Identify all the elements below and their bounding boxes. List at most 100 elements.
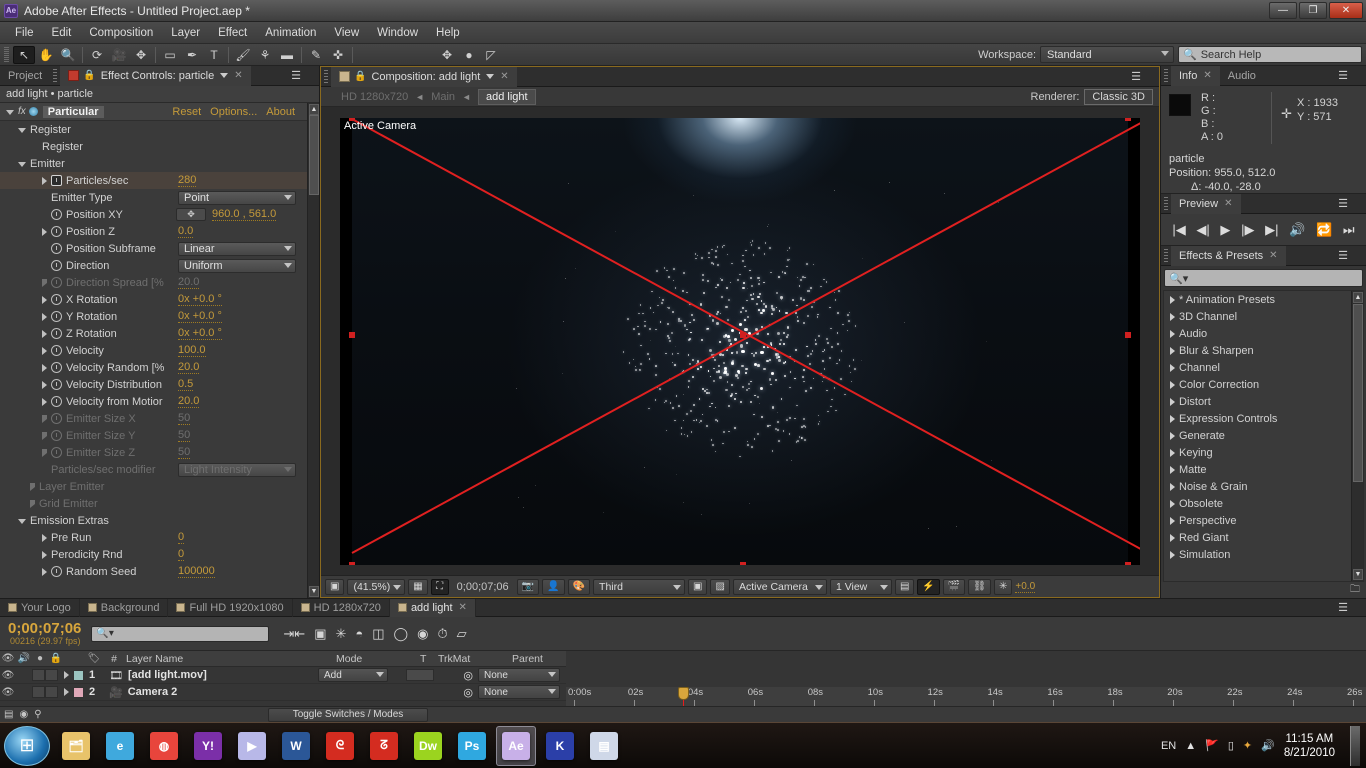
chevron-right-icon[interactable] bbox=[1170, 380, 1175, 389]
layer-parent-select[interactable]: None bbox=[478, 685, 560, 699]
audio-icon[interactable]: 🔊 bbox=[16, 653, 32, 664]
taskbar-item-folder-window[interactable]: ▤ bbox=[584, 726, 624, 766]
view-layout-select[interactable]: 1 View bbox=[829, 578, 892, 595]
effect-param-row[interactable]: Pre Run 0 bbox=[0, 529, 319, 546]
table-row[interactable]: 👁 2 🎥 Camera 2 ◎ None bbox=[0, 684, 566, 701]
scroll-up-icon[interactable]: ▲ bbox=[1353, 292, 1363, 303]
exposure-value[interactable]: +0.0 bbox=[1015, 581, 1036, 593]
chevron-right-icon[interactable] bbox=[42, 380, 47, 389]
position-picker-icon[interactable]: ✥ bbox=[176, 208, 206, 221]
effect-param-row[interactable]: Velocity Distribution 0.5 bbox=[0, 376, 319, 393]
show-desktop-button[interactable] bbox=[1350, 725, 1360, 766]
effect-param-value[interactable]: 50 bbox=[178, 412, 191, 425]
breadcrumb-comp-size[interactable]: HD 1280x720 bbox=[341, 91, 408, 103]
effect-param-value[interactable]: 50 bbox=[178, 446, 191, 459]
camera-handle-bottom[interactable] bbox=[740, 561, 746, 565]
layer-name[interactable]: [add light.mov] bbox=[128, 669, 318, 681]
effects-category-item[interactable]: Expression Controls bbox=[1164, 410, 1363, 427]
layer-label-color[interactable] bbox=[73, 669, 84, 681]
effect-param-row[interactable]: Direction Spread [% 20.0 bbox=[0, 274, 319, 291]
effect-param-value[interactable]: 20.0 bbox=[178, 395, 200, 408]
stopwatch-icon[interactable] bbox=[51, 566, 62, 577]
chevron-right-icon[interactable] bbox=[42, 176, 47, 185]
camera-handle-br[interactable] bbox=[1125, 561, 1131, 565]
stopwatch-icon[interactable] bbox=[51, 328, 62, 339]
comp-flowchart-icon[interactable]: ⛓ bbox=[968, 578, 991, 595]
effect-param-row[interactable]: Position Z 0.0 bbox=[0, 223, 319, 240]
tab-preview[interactable]: Preview ✕ bbox=[1171, 193, 1241, 214]
scroll-up-icon[interactable]: ▲ bbox=[309, 104, 319, 115]
panel-menu-icon[interactable]: ☰ bbox=[1338, 197, 1348, 210]
menu-item-animation[interactable]: Animation bbox=[256, 24, 325, 42]
taskbar-item-explorer[interactable]: 🗂 bbox=[56, 726, 96, 766]
eye-icon[interactable]: 👁 bbox=[0, 653, 16, 664]
taskbar-item-internet-explorer[interactable]: e bbox=[100, 726, 140, 766]
motion-blur-icon[interactable]: ⚲ bbox=[34, 709, 41, 720]
first-frame-icon[interactable]: |◀ bbox=[1172, 222, 1185, 238]
effects-category-item[interactable]: * Animation Presets bbox=[1164, 291, 1363, 308]
close-icon[interactable]: ✕ bbox=[1224, 198, 1232, 209]
chevron-down-icon[interactable] bbox=[6, 110, 14, 115]
effect-param-row[interactable]: Emitter Size Y 50 bbox=[0, 427, 319, 444]
timeline-search-input[interactable]: 🔍▾ bbox=[91, 625, 270, 642]
label-icon[interactable]: 🏷 bbox=[86, 653, 102, 664]
lock-toggle[interactable] bbox=[45, 669, 58, 681]
cti-head[interactable] bbox=[678, 687, 689, 700]
effect-param-row[interactable]: Layer Emitter bbox=[0, 478, 319, 495]
stopwatch-icon[interactable] bbox=[51, 294, 62, 305]
toolbar-grip[interactable] bbox=[4, 46, 9, 63]
update-icon[interactable]: ✦ bbox=[1243, 739, 1252, 752]
network-icon[interactable]: 🚩 bbox=[1205, 739, 1219, 752]
chevron-right-icon[interactable] bbox=[1170, 448, 1175, 457]
taskbar-item-acrobat-2[interactable]: ᘔ bbox=[364, 726, 404, 766]
comp-family-icon[interactable]: ▱ bbox=[457, 626, 467, 642]
camera-handle-tr[interactable] bbox=[1125, 117, 1131, 121]
stopwatch-icon[interactable] bbox=[51, 379, 62, 390]
close-button[interactable]: ✕ bbox=[1329, 2, 1363, 19]
volume-icon[interactable]: 🔊 bbox=[1261, 739, 1275, 752]
comp-timecode[interactable]: 0;00;07;06 bbox=[452, 581, 514, 593]
loop-icon[interactable]: 🔁 bbox=[1316, 222, 1332, 238]
breadcrumb-active-comp[interactable]: add light bbox=[477, 88, 536, 105]
live-update-icon[interactable]: ⇥⇤ bbox=[283, 626, 305, 642]
effect-param-row[interactable]: Position Subframe Linear bbox=[0, 240, 319, 257]
scrollbar-thumb[interactable] bbox=[309, 115, 319, 195]
motion-blur-icon[interactable]: ◫ bbox=[372, 626, 384, 642]
stopwatch-icon[interactable] bbox=[51, 345, 62, 356]
menu-item-file[interactable]: File bbox=[6, 24, 43, 42]
panel-grip[interactable] bbox=[324, 70, 328, 83]
effect-param-row[interactable]: Direction Uniform bbox=[0, 257, 319, 274]
sphere-icon[interactable]: ● bbox=[458, 46, 480, 64]
chevron-right-icon[interactable] bbox=[1170, 312, 1175, 321]
effect-param-value[interactable]: 0.5 bbox=[178, 378, 194, 391]
frame-blending-icon[interactable]: ◓ bbox=[355, 626, 363, 641]
tab-effects-presets[interactable]: Effects & Presets ✕ bbox=[1171, 245, 1286, 266]
channel-icon[interactable]: 🎨 bbox=[567, 578, 591, 595]
effect-param-row[interactable]: Grid Emitter bbox=[0, 495, 319, 512]
tab-audio[interactable]: Audio bbox=[1220, 66, 1264, 86]
timeline-tab[interactable]: add light ✕ bbox=[389, 598, 476, 617]
table-row[interactable]: 👁 1 🎞 [add light.mov] Add ◎ None bbox=[0, 667, 566, 684]
region-interest-toggle[interactable]: ▣ bbox=[688, 578, 708, 595]
chevron-right-icon[interactable] bbox=[42, 414, 47, 423]
effects-category-item[interactable]: Distort bbox=[1164, 393, 1363, 410]
roto-brush-tool[interactable]: ✎ bbox=[305, 46, 327, 64]
workspace-select[interactable]: Standard bbox=[1040, 46, 1174, 63]
brainstorm-icon[interactable]: ◯ bbox=[394, 626, 409, 642]
ram-preview-icon[interactable]: ⏭ bbox=[1343, 222, 1355, 238]
effect-param-dropdown[interactable]: Point bbox=[178, 190, 296, 205]
timeline-tab[interactable]: Full HD 1920x1080 bbox=[168, 598, 293, 617]
audio-icon[interactable]: 🔊 bbox=[1289, 222, 1305, 238]
prev-frame-icon[interactable]: ◀| bbox=[1196, 222, 1209, 238]
menu-item-edit[interactable]: Edit bbox=[43, 24, 81, 42]
panel-menu-icon[interactable]: ☰ bbox=[1131, 70, 1141, 83]
chevron-right-icon[interactable] bbox=[42, 295, 47, 304]
trkmat-cell[interactable] bbox=[405, 669, 434, 681]
effects-category-item[interactable]: Perspective bbox=[1164, 512, 1363, 529]
pen-tool[interactable]: ✒ bbox=[181, 46, 203, 64]
menu-item-effect[interactable]: Effect bbox=[209, 24, 256, 42]
camera-view-select[interactable]: Active Camera bbox=[732, 578, 827, 595]
effect-param-row[interactable]: Emitter bbox=[0, 155, 319, 172]
effect-param-row[interactable]: Emitter Size X 50 bbox=[0, 410, 319, 427]
close-icon[interactable]: ✕ bbox=[1203, 70, 1211, 81]
